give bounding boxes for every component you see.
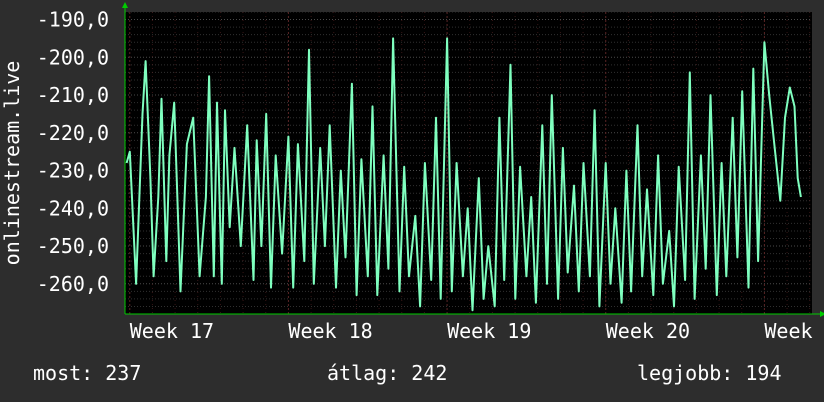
y-tick-label: -230,0 — [37, 159, 109, 183]
y-tick-label: -200,0 — [37, 45, 109, 69]
x-tick-label: Week 19 — [447, 319, 531, 343]
y-tick-label: -250,0 — [37, 234, 109, 258]
y-axis-arrow — [122, 2, 128, 8]
y-tick-label: -210,0 — [37, 83, 109, 107]
best-value: legjobb: 194 — [637, 361, 782, 385]
x-tick-label: Week 18 — [288, 319, 372, 343]
y-tick-label: -240,0 — [37, 196, 109, 220]
y-tick-label: -220,0 — [37, 121, 109, 145]
y-tick-label: -190,0 — [37, 8, 109, 32]
average-value: átlag: 242 — [327, 361, 448, 385]
x-tick-label: Week 17 — [130, 319, 214, 343]
x-axis-arrow — [820, 311, 824, 317]
chart-panel: -190,0 -200,0 -210,0 -220,0 -230,0 -240,0 -250… — [0, 0, 824, 402]
current-value: most: 237 — [33, 361, 142, 385]
x-tick-label: Week 20 — [606, 319, 690, 343]
y-axis-label: onlinestream.live — [0, 61, 24, 266]
y-tick-label: -260,0 — [37, 272, 109, 296]
x-tick-labels: Week 17 Week 18 Week 19 Week 20 Week 2 — [130, 319, 824, 343]
y-tick-labels: -190,0 -200,0 -210,0 -220,0 -230,0 -240,0 -250… — [37, 8, 109, 296]
line-chart: -190,0 -200,0 -210,0 -220,0 -230,0 -240,0 -250… — [0, 2, 824, 343]
x-tick-label: Week 2 — [764, 319, 824, 343]
